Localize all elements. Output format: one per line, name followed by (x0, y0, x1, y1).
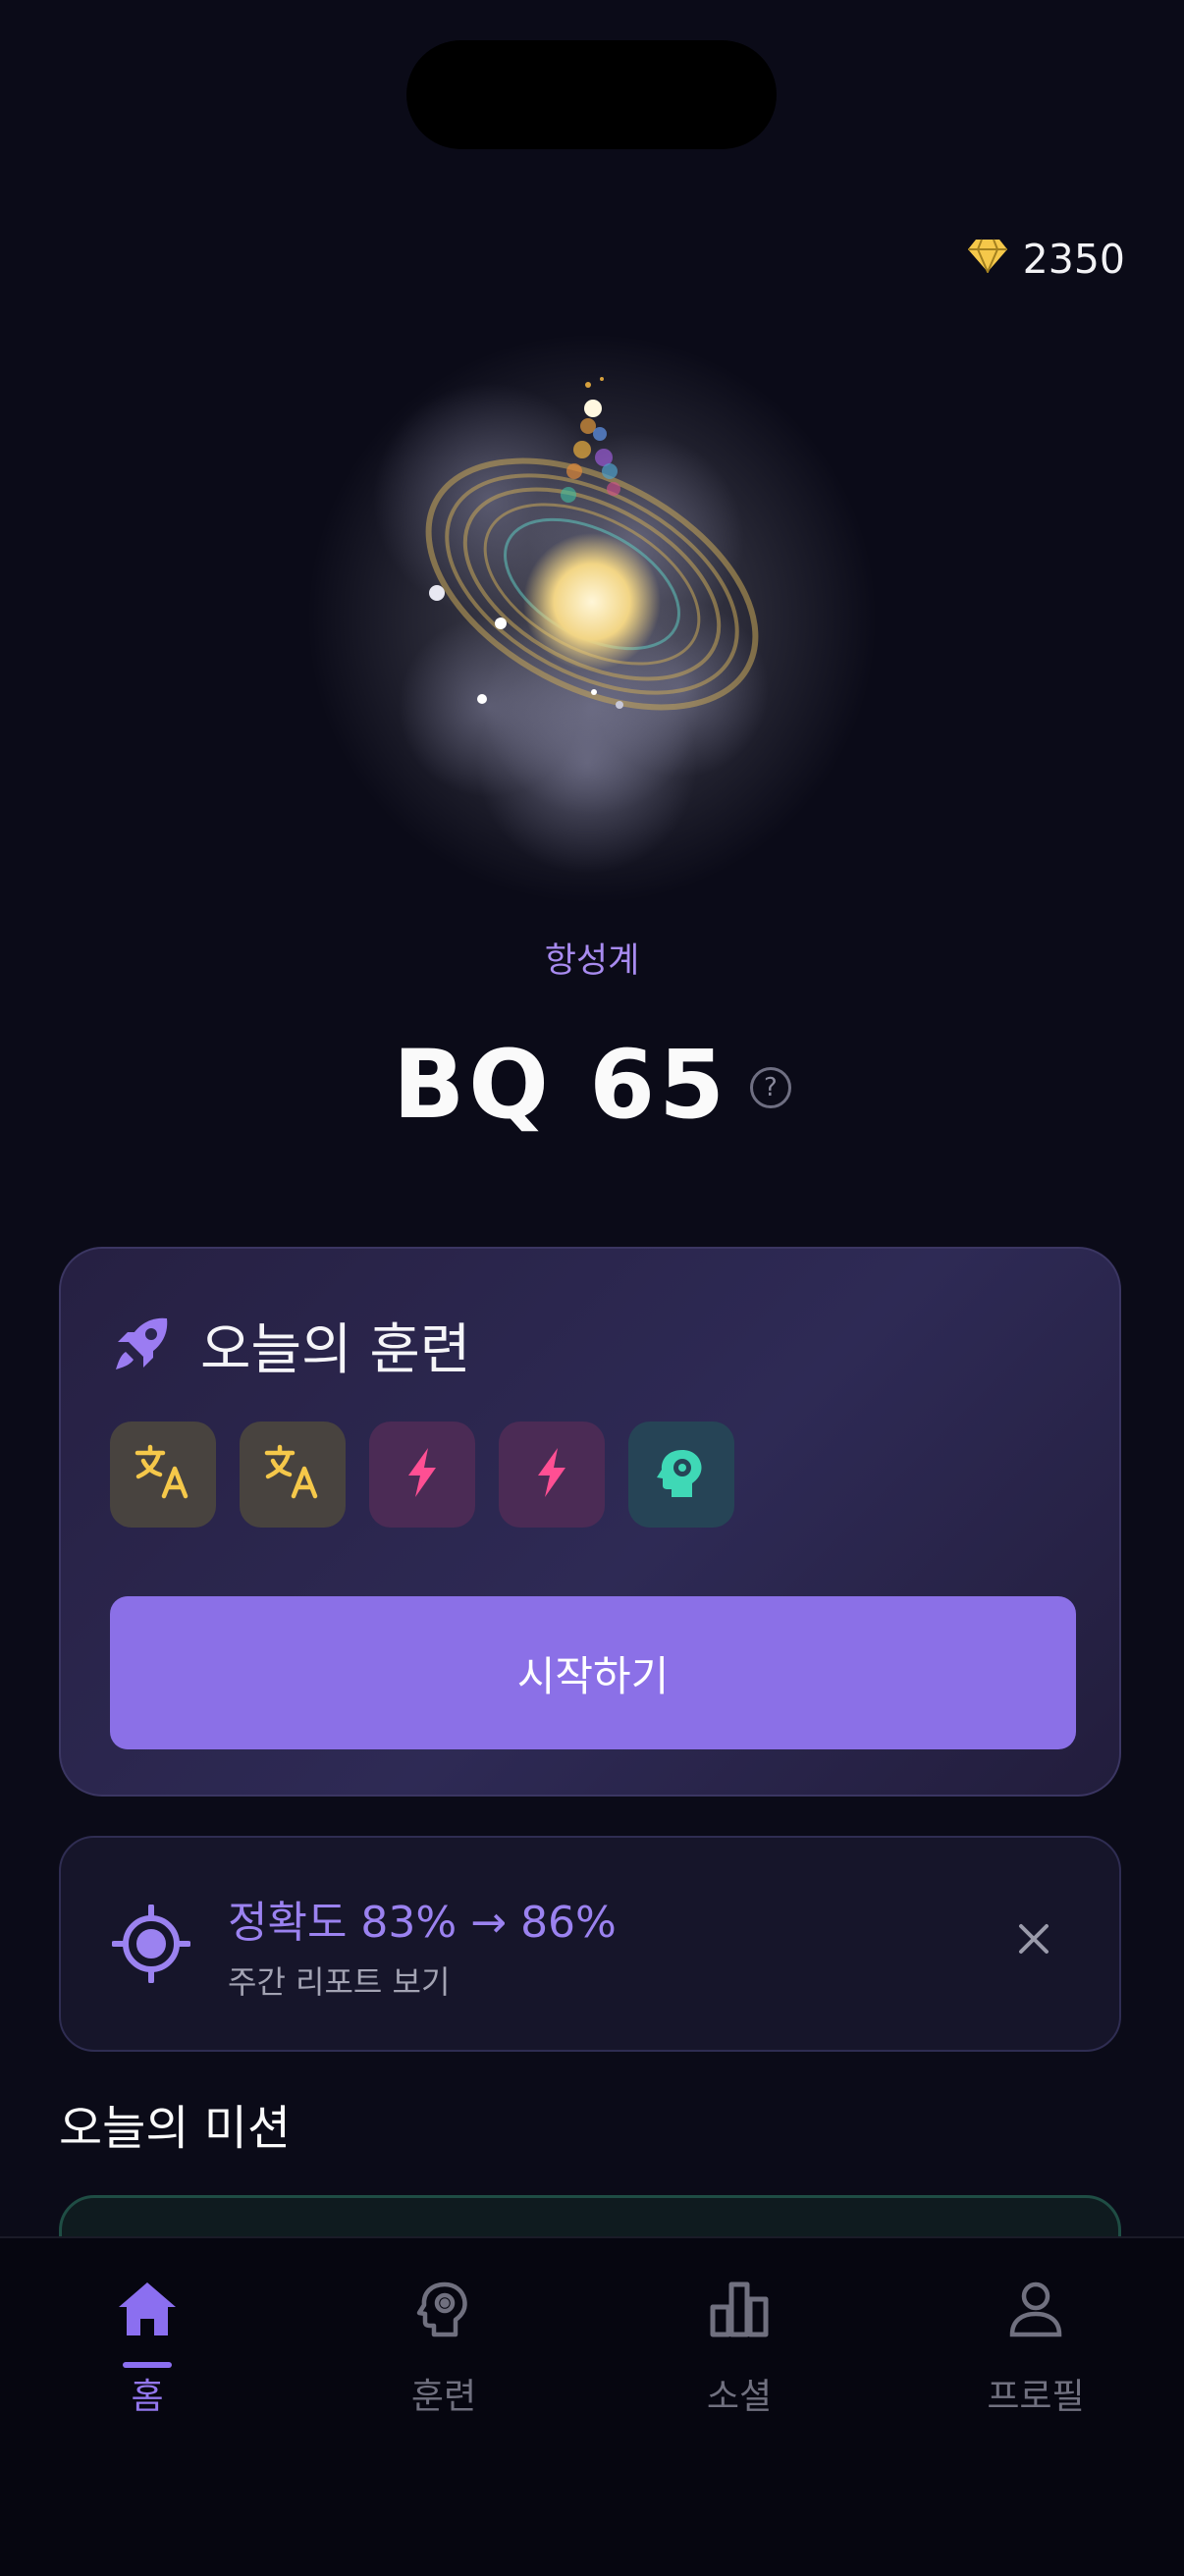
person-icon (1006, 2280, 1065, 2342)
tab-social[interactable]: 소셜 (641, 2280, 837, 2419)
brain-gear-icon (414, 2280, 473, 2342)
stage-name: 항성계 (544, 941, 640, 981)
accuracy-card[interactable]: 정확도 83% → 86% 주간 리포트 보기 (59, 1836, 1121, 2052)
tab-home[interactable]: 홈 (49, 2280, 245, 2419)
home-icon (116, 2280, 179, 2342)
missions-title: 오늘의 미션 (59, 2101, 292, 2156)
brain-gear-icon (655, 1446, 708, 1503)
weekly-report-link[interactable]: 주간 리포트 보기 (228, 1958, 450, 2003)
training-card: 오늘의 훈련 시작하기 (59, 1247, 1121, 1797)
active-indicator (123, 2362, 172, 2368)
tab-label: 홈 (131, 2377, 164, 2417)
bq-score-row: BQ 65 ? (0, 1021, 1184, 1149)
tab-label: 훈련 (410, 2377, 477, 2417)
accuracy-title: 정확도 83% → 86% (228, 1898, 617, 1948)
training-title: 오늘의 훈련 (200, 1318, 471, 1382)
translate-icon (134, 1443, 192, 1506)
tab-label: 프로필 (987, 2377, 1085, 2417)
translate-icon (263, 1443, 322, 1506)
chip-translate[interactable] (110, 1422, 216, 1528)
tab-bar: 홈 훈련 소셜 프로필 (0, 2236, 1184, 2576)
diamond-icon (967, 236, 1007, 283)
bar-chart-icon (708, 2280, 771, 2342)
tab-label: 소셜 (706, 2377, 773, 2417)
chip-lightning[interactable] (369, 1422, 475, 1528)
tab-training[interactable]: 훈련 (346, 2280, 542, 2419)
bq-score: BQ 65 (393, 1030, 728, 1140)
target-icon (111, 1904, 191, 1987)
rocket-icon (110, 1313, 173, 1379)
tab-profile[interactable]: 프로필 (938, 2280, 1134, 2419)
chip-translate[interactable] (240, 1422, 346, 1528)
gem-count: 2350 (1022, 236, 1125, 283)
help-icon[interactable]: ? (749, 1067, 791, 1108)
lightning-icon (403, 1446, 442, 1503)
chip-brain[interactable] (628, 1422, 734, 1528)
dynamic-island (406, 40, 777, 149)
lightning-icon (532, 1446, 571, 1503)
gem-balance[interactable]: 2350 (967, 232, 1125, 287)
chip-lightning[interactable] (499, 1422, 605, 1528)
training-chips (110, 1422, 734, 1528)
start-button[interactable]: 시작하기 (110, 1596, 1076, 1749)
close-icon[interactable] (1017, 1922, 1050, 1959)
galaxy-illustration[interactable] (297, 324, 887, 913)
